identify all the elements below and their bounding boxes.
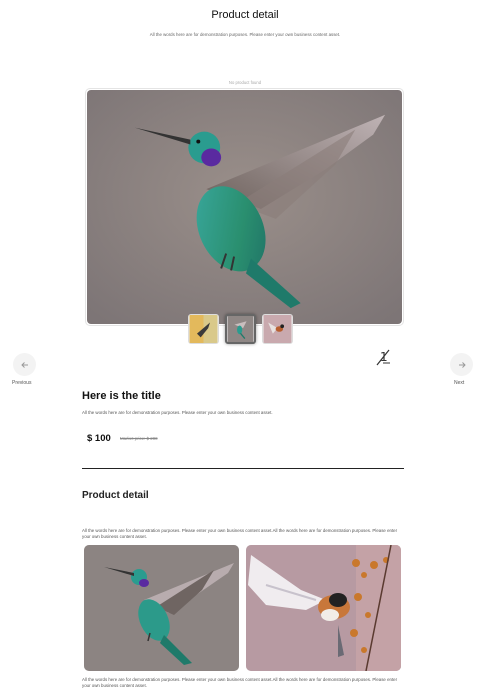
hero-image-frame <box>85 88 404 326</box>
hero-hummingbird-image <box>87 90 402 324</box>
thumbnail-strip <box>188 314 293 344</box>
detail-image-bird-flowers <box>246 545 401 671</box>
hummingbird-image <box>84 545 239 671</box>
thumbnail-3-image <box>263 315 292 343</box>
thumbnail-2-image <box>227 316 254 342</box>
previous-label: Previous <box>12 380 32 386</box>
svg-text:1: 1 <box>380 350 388 364</box>
product-original-price: Market price: $ 200 <box>120 436 158 441</box>
detail-section-title: Product detail <box>82 490 149 501</box>
detail-section-description: All the words here are for demonstration… <box>82 528 398 539</box>
footer-description: All the words here are for demonstration… <box>82 677 398 688</box>
previous-button[interactable] <box>13 353 36 376</box>
arrow-right-icon <box>458 361 466 368</box>
discount-tag-icon: 1 <box>376 349 390 366</box>
product-description: All the words here are for demonstration… <box>82 410 273 415</box>
thumbnail-1-image <box>189 315 218 343</box>
detail-image-hummingbird <box>84 545 239 671</box>
arrow-left-icon <box>20 361 28 368</box>
section-divider <box>82 468 404 469</box>
thumbnail-3[interactable] <box>262 314 293 344</box>
product-price: $ 100 <box>87 433 111 444</box>
product-title: Here is the title <box>82 390 161 402</box>
page-subtitle: All the words here are for demonstration… <box>149 32 341 37</box>
hero-caption: No product found <box>228 80 262 85</box>
bird-with-flowers-image <box>246 545 401 671</box>
next-button[interactable] <box>450 353 473 376</box>
page-title: Product detail <box>211 9 279 21</box>
thumbnail-2[interactable] <box>225 314 256 344</box>
detail-gallery <box>84 545 401 671</box>
next-label: Next <box>454 380 465 386</box>
thumbnail-1[interactable] <box>188 314 219 344</box>
